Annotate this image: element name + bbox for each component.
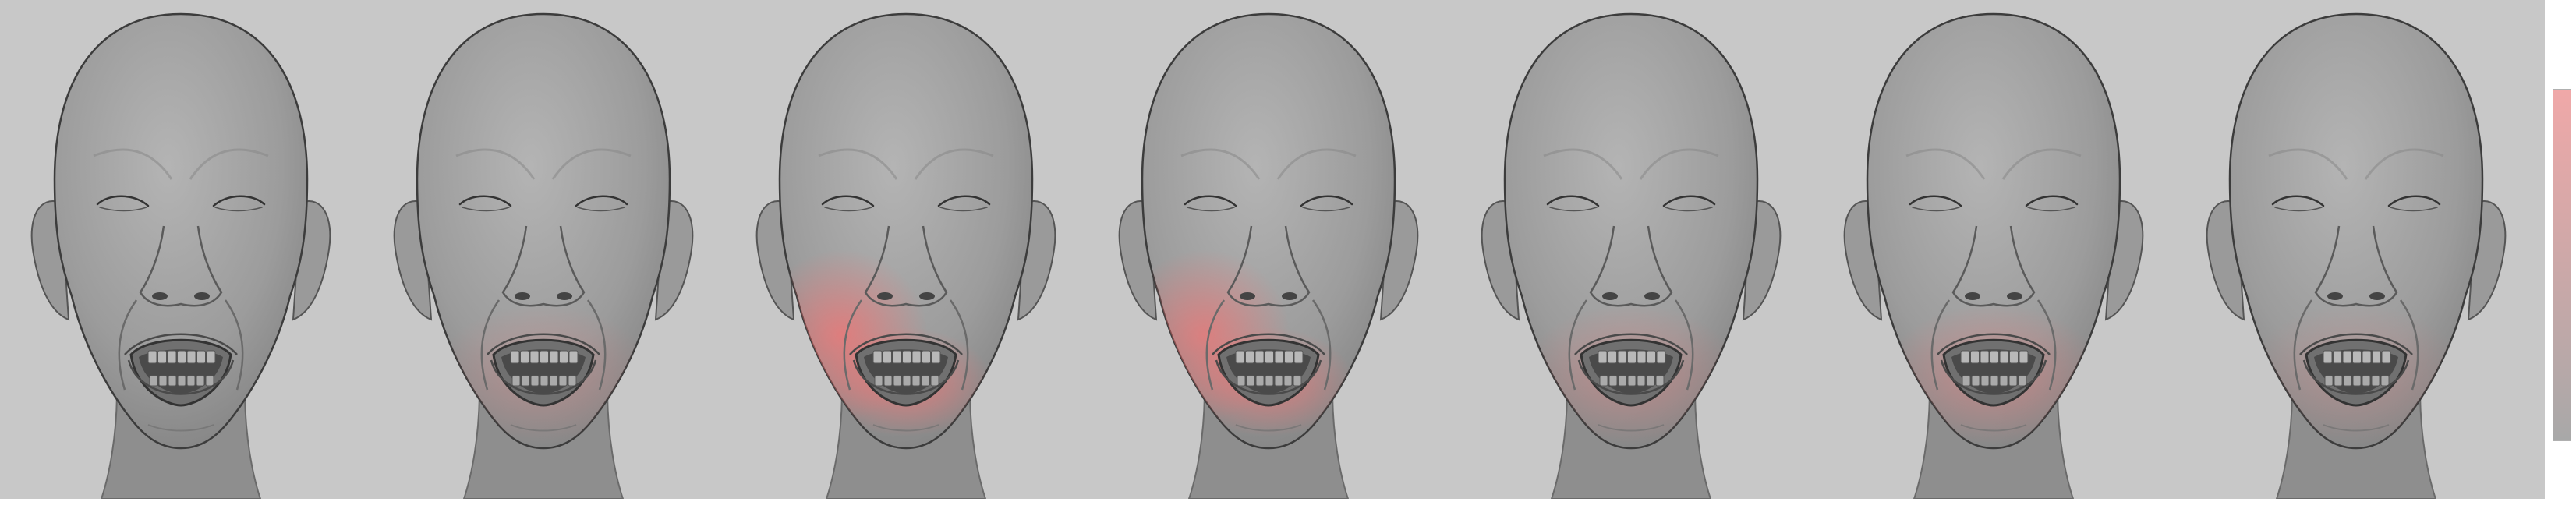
- render-viewport: [0, 0, 2545, 499]
- face-render-3: [725, 0, 1087, 499]
- face-render-2: [363, 0, 724, 499]
- face-render-1: [0, 0, 362, 499]
- figure: [0, 0, 2576, 516]
- face-render-6: [1813, 0, 2174, 499]
- face-render-4: [1088, 0, 1449, 499]
- error-colorbar: [2553, 89, 2571, 441]
- face-render-5: [1450, 0, 1812, 499]
- face-render-7: [2175, 0, 2537, 499]
